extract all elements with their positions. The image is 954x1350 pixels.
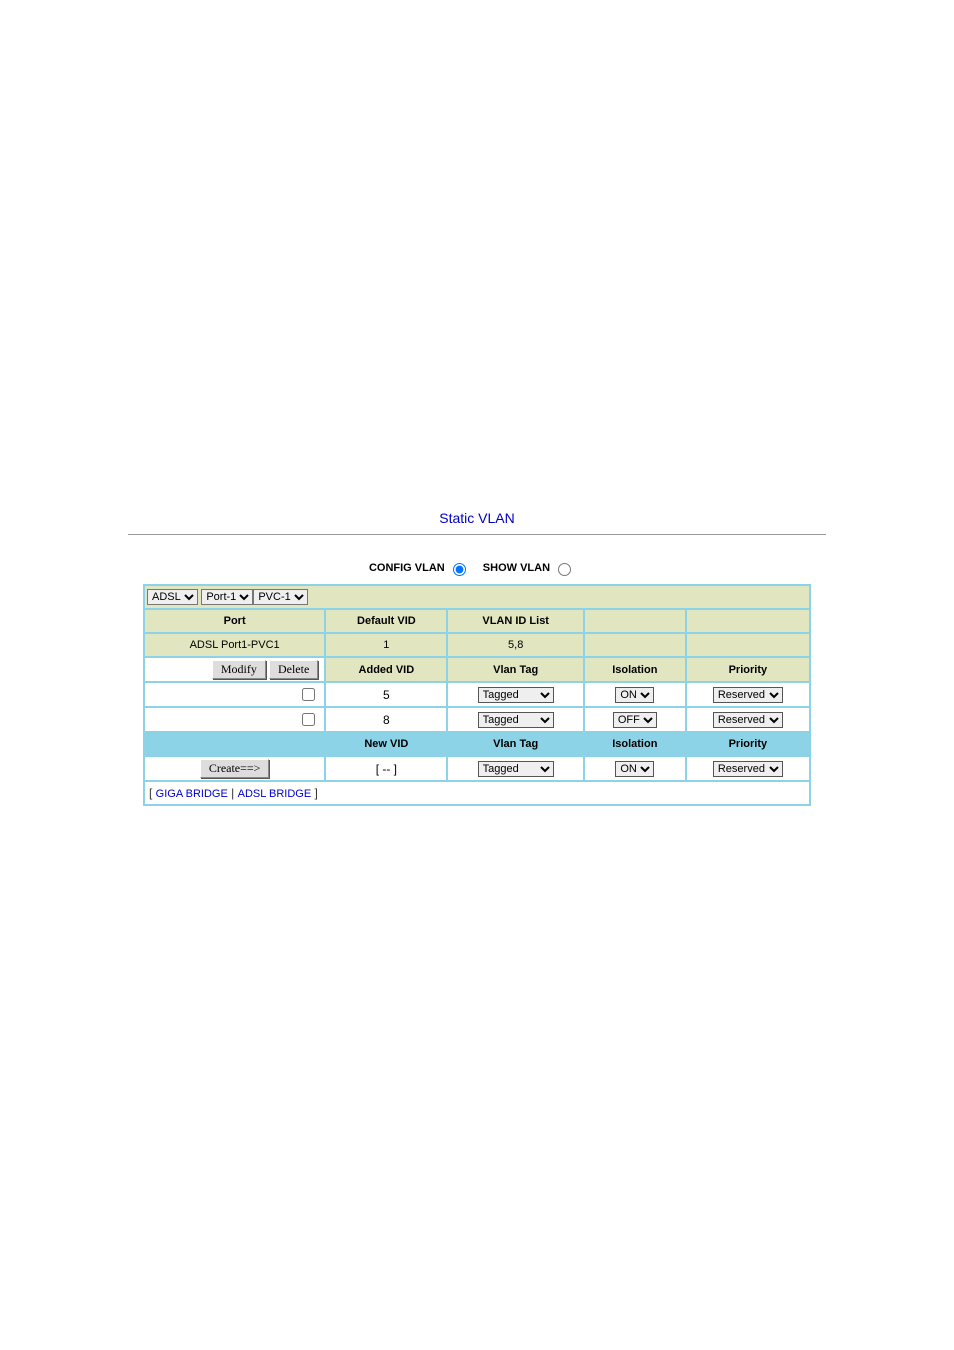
- giga-bridge-link[interactable]: GIGA BRIDGE: [156, 788, 228, 800]
- header-vlan-id-list: VLAN ID List: [448, 610, 582, 632]
- adsl-bridge-link[interactable]: ADSL BRIDGE: [238, 788, 312, 800]
- header-priority-new: Priority: [687, 733, 809, 755]
- table-row: 5 Tagged ON Reserved: [145, 683, 809, 706]
- vlan-tag-select[interactable]: Tagged: [478, 687, 554, 703]
- header-vlan-tag-new: Vlan Tag: [448, 733, 582, 755]
- port-default-vid: 1: [326, 634, 446, 656]
- bridge-links-row: [ GIGA BRIDGE | ADSL BRIDGE ]: [145, 782, 809, 804]
- isolation-select[interactable]: OFF: [613, 712, 657, 728]
- delete-button[interactable]: Delete: [269, 660, 318, 679]
- vid-value: 5: [326, 683, 446, 706]
- row-checkbox[interactable]: [302, 713, 315, 726]
- empty-cell: [687, 634, 809, 656]
- vid-value: 8: [326, 708, 446, 731]
- port-select[interactable]: Port-1: [201, 589, 253, 605]
- mode-radio-row: CONFIG VLAN SHOW VLAN: [0, 560, 954, 576]
- new-vid-value: [ -- ]: [326, 757, 446, 780]
- show-vlan-label: SHOW VLAN: [483, 562, 550, 574]
- show-vlan-radio[interactable]: [558, 563, 571, 576]
- divider: [128, 534, 826, 535]
- header-empty1: [585, 610, 685, 632]
- vlan-config-table: ADSL Port-1PVC-1 Port Default VID VLAN I…: [143, 584, 811, 806]
- header-empty2: [687, 610, 809, 632]
- row-checkbox[interactable]: [302, 688, 315, 701]
- create-button[interactable]: Create==>: [200, 759, 270, 778]
- isolation-select[interactable]: ON: [615, 687, 654, 703]
- header-added-vid: Added VID: [326, 658, 446, 681]
- modify-button[interactable]: Modify: [212, 660, 266, 679]
- type-select[interactable]: ADSL: [147, 589, 198, 605]
- new-vlan-tag-select[interactable]: Tagged: [478, 761, 554, 777]
- header-isolation: Isolation: [585, 658, 685, 681]
- port-vlan-list: 5,8: [448, 634, 582, 656]
- empty-cell: [145, 733, 324, 755]
- priority-select[interactable]: Reserved: [713, 687, 783, 703]
- header-new-vid: New VID: [326, 733, 446, 755]
- header-default-vid: Default VID: [326, 610, 446, 632]
- page-title: Static VLAN: [0, 510, 954, 526]
- port-name: ADSL Port1-PVC1: [145, 634, 324, 656]
- table-row: 8 Tagged OFF Reserved: [145, 708, 809, 731]
- header-vlan-tag: Vlan Tag: [448, 658, 582, 681]
- new-isolation-select[interactable]: ON: [615, 761, 654, 777]
- empty-cell: [585, 634, 685, 656]
- header-isolation-new: Isolation: [585, 733, 685, 755]
- priority-select[interactable]: Reserved: [713, 712, 783, 728]
- header-priority: Priority: [687, 658, 809, 681]
- config-vlan-label: CONFIG VLAN: [369, 562, 445, 574]
- config-vlan-radio[interactable]: [453, 563, 466, 576]
- vlan-tag-select[interactable]: Tagged: [478, 712, 554, 728]
- pvc-select[interactable]: PVC-1: [253, 589, 308, 605]
- header-port: Port: [145, 610, 324, 632]
- new-priority-select[interactable]: Reserved: [713, 761, 783, 777]
